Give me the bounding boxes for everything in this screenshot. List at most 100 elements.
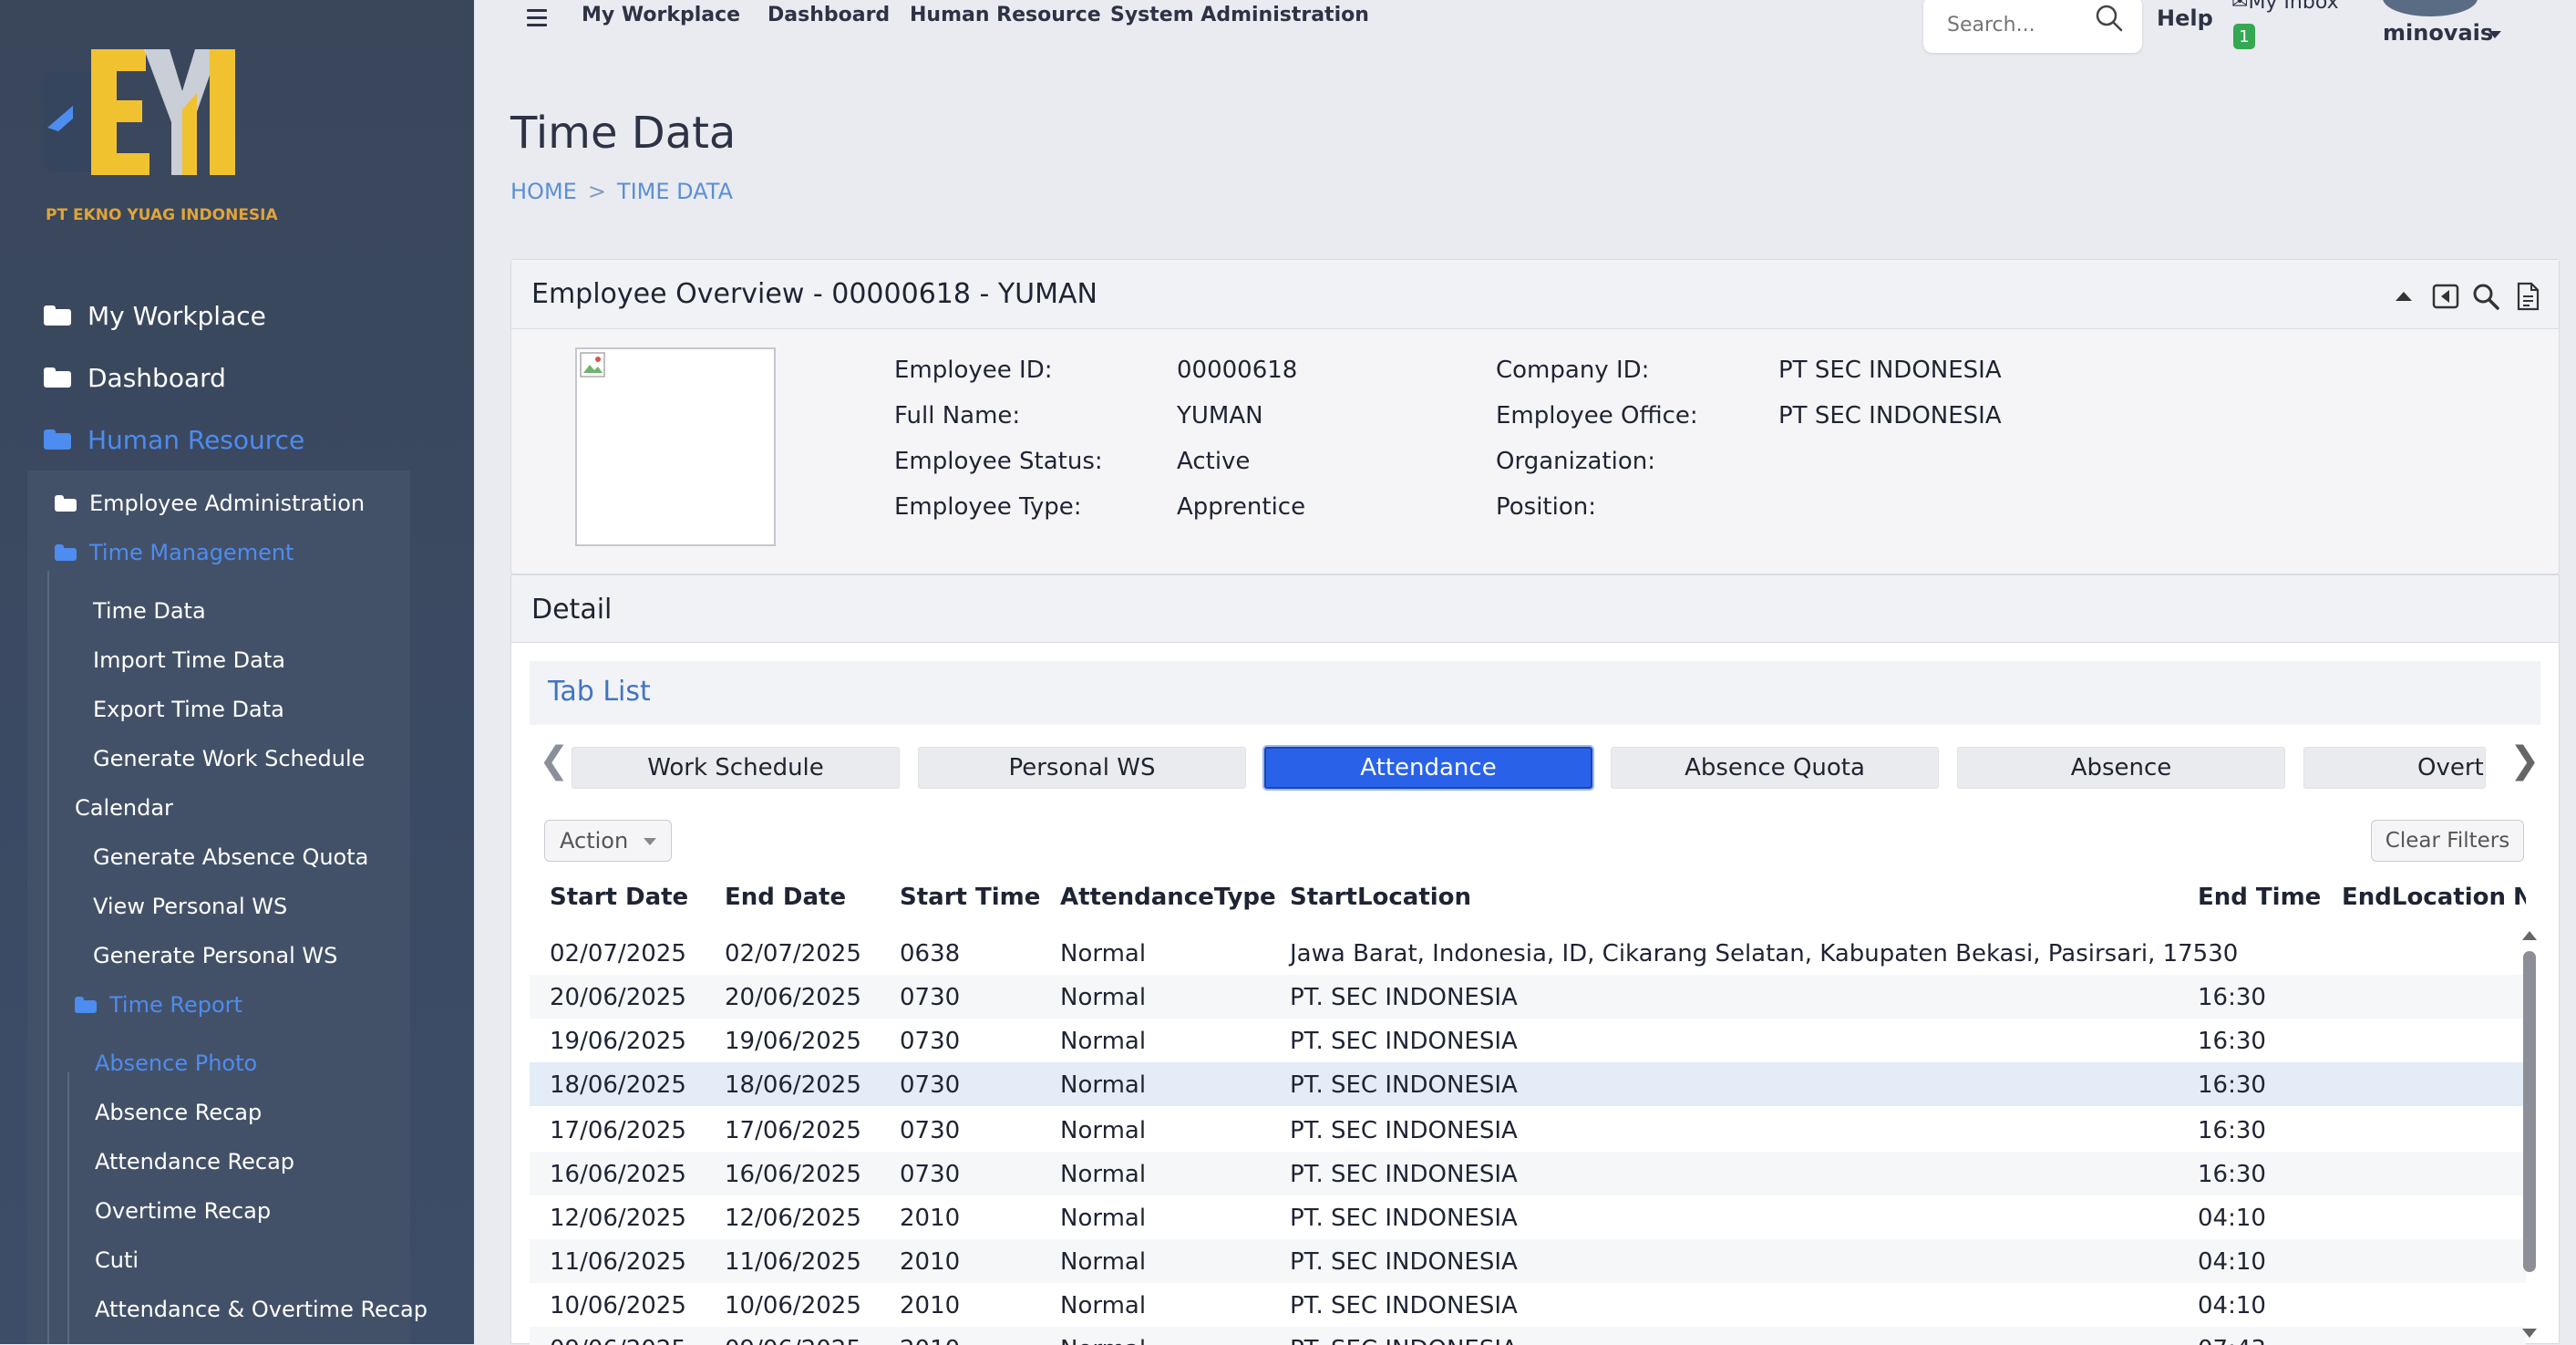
tab-absence[interactable]: Absence: [1957, 747, 2285, 789]
search-icon[interactable]: [2091, 0, 2128, 36]
sidebar-item-absence-recap[interactable]: Absence Recap: [95, 1094, 262, 1131]
table-row[interactable]: 09/06/2025 09/06/2025 2010 Normal PT. SE…: [530, 1327, 2526, 1345]
table-row[interactable]: 17/06/2025 17/06/2025 0730 Normal PT. SE…: [530, 1108, 2526, 1152]
sidebar-item-attendance-overtime-recap[interactable]: Attendance & Overtime Recap: [95, 1291, 428, 1328]
table-row[interactable]: 16/06/2025 16/06/2025 0730 Normal PT. SE…: [530, 1152, 2526, 1195]
cell-start-location: PT. SEC INDONESIA: [1290, 1161, 1518, 1188]
detail-panel: Detail Tab List ❮ Work Schedule Personal…: [510, 574, 2560, 1345]
tab-absence-quota[interactable]: Absence Quota: [1611, 747, 1939, 789]
column-header-end-time[interactable]: End Time: [2198, 884, 2321, 911]
help-link[interactable]: Help: [2157, 5, 2213, 31]
sidebar-item-cuti[interactable]: Cuti: [95, 1242, 139, 1278]
sidebar-item-calendar[interactable]: Calendar: [75, 790, 173, 826]
table-scrollbar[interactable]: [2520, 931, 2539, 1345]
sidebar-item-label: My Workplace: [88, 300, 266, 331]
employee-status-label: Employee Status:: [894, 448, 1103, 475]
scroll-up-icon[interactable]: [2522, 931, 2537, 940]
tab-scroll-left-icon[interactable]: ❮: [539, 740, 570, 781]
search-box: [1923, 0, 2142, 53]
sidebar-item-label: Human Resource: [88, 424, 305, 455]
cell-start-date: 16/06/2025: [550, 1161, 686, 1188]
tab-list-title: Tab List: [548, 676, 651, 708]
table-row-highlighted[interactable]: 18/06/2025 18/06/2025 0730 Normal PT. SE…: [530, 1062, 2526, 1106]
nav-my-workplace[interactable]: My Workplace: [582, 4, 740, 26]
sidebar-item-employee-administration[interactable]: Employee Administration: [55, 485, 365, 522]
column-header-end-date[interactable]: End Date: [725, 884, 846, 911]
sidebar-item-view-personal-ws[interactable]: View Personal WS: [93, 888, 287, 925]
back-icon[interactable]: [2431, 282, 2460, 311]
clear-filters-button[interactable]: Clear Filters: [2371, 820, 2524, 862]
caret-down-icon[interactable]: [2488, 31, 2501, 38]
cell-start-time: 2010: [900, 1205, 961, 1232]
inbox-link[interactable]: ✉My Inbox: [2231, 0, 2339, 14]
user-menu[interactable]: minovais: [2383, 20, 2493, 46]
sidebar-item-generate-work-schedule[interactable]: Generate Work Schedule: [93, 740, 365, 777]
collapse-up-icon[interactable]: [2389, 282, 2418, 311]
tab-attendance[interactable]: Attendance: [1264, 747, 1592, 789]
sidebar-item-time-management[interactable]: Time Management: [55, 534, 294, 571]
sidebar-item-label: Dashboard: [88, 362, 226, 393]
employee-type-value: Apprentice: [1177, 493, 1306, 521]
column-header-attendance-type[interactable]: AttendanceType: [1060, 884, 1276, 911]
table-row[interactable]: 12/06/2025 12/06/2025 2010 Normal PT. SE…: [530, 1195, 2526, 1239]
table-row[interactable]: 20/06/2025 20/06/2025 0730 Normal PT. SE…: [530, 975, 2526, 1019]
sidebar-item-human-resource[interactable]: Human Resource: [44, 419, 304, 460]
document-icon[interactable]: [2513, 282, 2542, 311]
full-name-label: Full Name:: [894, 402, 1021, 429]
table-row[interactable]: 11/06/2025 11/06/2025 2010 Normal PT. SE…: [530, 1239, 2526, 1283]
tab-list-bar: Tab List: [530, 661, 2540, 725]
column-header-start-time[interactable]: Start Time: [900, 884, 1040, 911]
nav-dashboard[interactable]: Dashboard: [768, 4, 890, 26]
column-header-end-location[interactable]: EndLocation: [2342, 884, 2506, 911]
sidebar-item-dashboard[interactable]: Dashboard: [44, 357, 226, 398]
cell-start-location: PT. SEC INDONESIA: [1290, 984, 1518, 1011]
nav-system-administration[interactable]: System Administration: [1110, 4, 1369, 26]
position-label: Position:: [1496, 493, 1596, 521]
sidebar-item-time-data[interactable]: Time Data: [93, 593, 206, 629]
column-header-start-location[interactable]: StartLocation: [1290, 884, 1471, 911]
cell-start-date: 20/06/2025: [550, 984, 686, 1011]
tab-scroll-right-icon[interactable]: ❯: [2509, 740, 2540, 781]
table-row[interactable]: 10/06/2025 10/06/2025 2010 Normal PT. SE…: [530, 1283, 2526, 1327]
tab-overtime[interactable]: Overtime: [2303, 747, 2486, 789]
tab-work-schedule[interactable]: Work Schedule: [572, 747, 900, 789]
sidebar-item-generate-absence-quota[interactable]: Generate Absence Quota: [93, 839, 368, 875]
tree-line: [67, 1072, 69, 1344]
column-header-n[interactable]: N: [2513, 884, 2526, 911]
sidebar-item-time-report[interactable]: Time Report: [75, 987, 242, 1023]
action-dropdown[interactable]: Action: [544, 820, 672, 862]
sidebar-item-overtime-recap[interactable]: Overtime Recap: [95, 1193, 271, 1229]
column-header-start-date[interactable]: Start Date: [550, 884, 688, 911]
cell-attendance-type: Normal: [1060, 1292, 1147, 1319]
search-input[interactable]: [1945, 9, 2091, 40]
mail-icon: ✉: [2231, 0, 2249, 14]
sidebar-item-export-time-data[interactable]: Export Time Data: [93, 691, 284, 728]
tab-personal-ws[interactable]: Personal WS: [918, 747, 1246, 789]
attendance-table: Start Date End Date Start Time Attendanc…: [530, 876, 2526, 1345]
scroll-thumb[interactable]: [2523, 951, 2536, 1272]
cell-end-date: 10/06/2025: [725, 1292, 861, 1319]
inbox-label: My Inbox: [2248, 0, 2339, 14]
sidebar-item-generate-personal-ws[interactable]: Generate Personal WS: [93, 937, 337, 974]
employee-office-value: PT SEC INDONESIA: [1778, 402, 2002, 429]
nav-human-resource[interactable]: Human Resource: [910, 4, 1101, 26]
cell-start-location: PT. SEC INDONESIA: [1290, 1117, 1518, 1144]
cell-end-time: 04:10: [2198, 1205, 2266, 1232]
scroll-down-icon[interactable]: [2522, 1329, 2537, 1338]
search-icon[interactable]: [2471, 282, 2500, 311]
table-row[interactable]: 19/06/2025 19/06/2025 0730 Normal PT. SE…: [530, 1019, 2526, 1062]
user-avatar[interactable]: [2383, 0, 2478, 16]
hamburger-menu-icon[interactable]: [527, 9, 547, 27]
employee-photo: [575, 347, 776, 546]
sidebar-item-absence-photo[interactable]: Absence Photo: [95, 1045, 257, 1081]
table-row[interactable]: 02/07/2025 02/07/2025 0638 Normal Jawa B…: [530, 931, 2526, 975]
organization-label: Organization:: [1496, 448, 1655, 475]
sidebar-item-my-workplace[interactable]: My Workplace: [44, 295, 266, 336]
sidebar-item-import-time-data[interactable]: Import Time Data: [93, 642, 285, 678]
folder-icon: [44, 367, 71, 388]
cell-attendance-type: Normal: [1060, 1205, 1147, 1232]
cell-start-location: PT. SEC INDONESIA: [1290, 1071, 1518, 1099]
cell-start-date: 11/06/2025: [550, 1248, 686, 1276]
sidebar-item-attendance-recap[interactable]: Attendance Recap: [95, 1143, 294, 1180]
breadcrumb-home[interactable]: HOME: [510, 179, 577, 204]
